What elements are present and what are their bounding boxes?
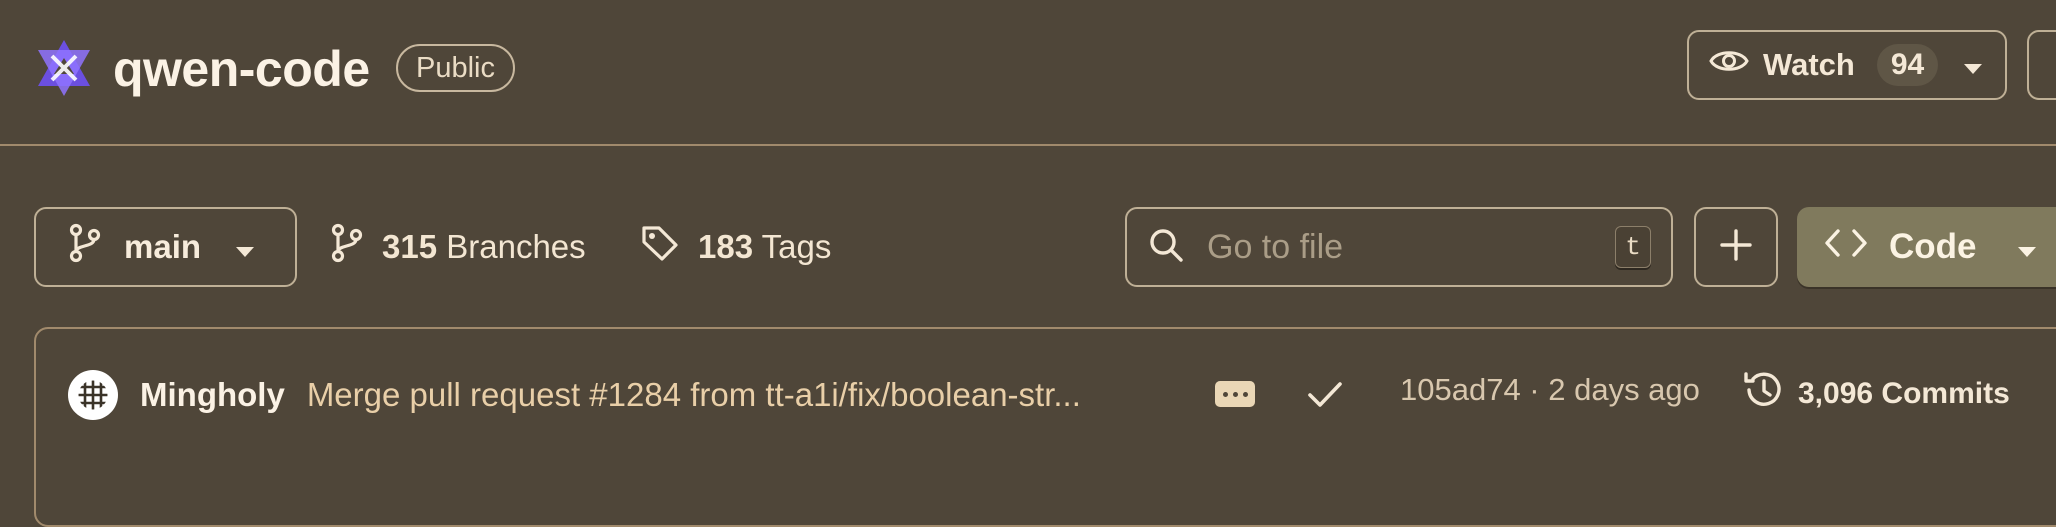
branches-label: Branches [446, 228, 586, 265]
history-icon [1742, 368, 1786, 420]
code-label: Code [1889, 227, 1977, 266]
git-branch-icon [68, 223, 102, 271]
watch-label: Watch [1763, 47, 1855, 82]
add-file-button[interactable] [1694, 207, 1778, 287]
code-button[interactable]: Code [1797, 207, 2056, 287]
qwen-logo-icon[interactable] [32, 36, 96, 100]
latest-commit-box [34, 327, 2056, 527]
tag-icon [640, 223, 680, 271]
watch-count: 94 [1876, 44, 1939, 86]
commit-message-link[interactable]: Merge pull request #1284 from tt-a1i/fix… [307, 376, 1081, 414]
go-to-file-search[interactable]: t [1125, 207, 1673, 287]
search-icon [1147, 226, 1185, 269]
search-input[interactable] [1205, 226, 1589, 268]
commit-hash-time[interactable]: 105ad74 · 2 days ago [1400, 372, 1700, 408]
eye-icon [1709, 45, 1749, 85]
fork-button[interactable] [2027, 30, 2056, 100]
caret-down-icon [2017, 227, 2037, 267]
caret-down-icon [235, 228, 255, 266]
branches-count: 315 [382, 228, 438, 265]
commit-author-link[interactable]: Mingholy [140, 376, 285, 414]
code-icon [1825, 227, 1867, 267]
repo-name-link[interactable]: qwen-code [113, 34, 370, 104]
avatar[interactable] [68, 370, 118, 420]
caret-down-icon[interactable] [1963, 47, 1983, 83]
branches-link[interactable]: 315 Branches [330, 213, 586, 281]
tags-label: Tags [761, 228, 832, 265]
branch-name: main [124, 228, 202, 265]
tags-count: 183 [698, 228, 754, 265]
check-icon[interactable] [1305, 374, 1345, 414]
tags-link[interactable]: 183 Tags [640, 213, 831, 281]
commits-history-link[interactable]: 3,096 Commits [1742, 368, 2010, 420]
commits-count: 3,096 Commits [1798, 377, 2010, 410]
ellipsis-icon[interactable] [1215, 381, 1255, 407]
header-divider [0, 144, 2056, 146]
branch-selector-button[interactable]: main [34, 207, 297, 287]
visibility-badge: Public [396, 44, 515, 92]
git-branch-icon [330, 223, 364, 271]
plus-icon [1719, 228, 1753, 267]
search-shortcut-key: t [1615, 226, 1651, 268]
watch-button[interactable]: Watch 94 [1687, 30, 2007, 100]
latest-commit-row: Mingholy Merge pull request #1284 from t… [68, 367, 1081, 423]
